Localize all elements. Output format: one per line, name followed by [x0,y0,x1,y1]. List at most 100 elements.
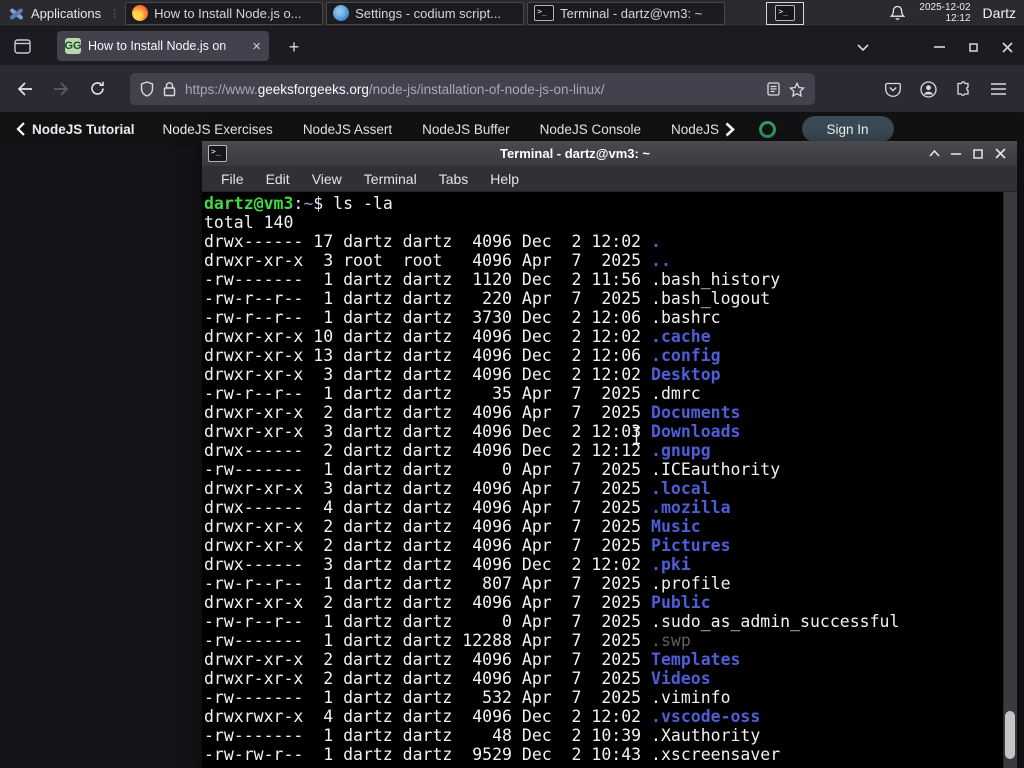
gfg-nav-link[interactable]: NodeJS Buffer [422,122,510,137]
back-button[interactable] [10,74,40,104]
terminal-menu-file[interactable]: File [210,171,255,187]
terminal-line: drwxr-xr-x 2 dartz dartz 4096 Apr 7 2025… [204,669,711,688]
new-tab-button[interactable]: + [282,35,306,59]
terminal-window: Terminal - dartz@vm3: ~ FileEditViewTerm… [202,141,1017,768]
terminal-line: drwxr-xr-x 2 dartz dartz 4096 Apr 7 2025… [204,593,711,612]
terminal-menu-tabs[interactable]: Tabs [428,171,480,187]
terminal-line: drwxr-xr-x 2 dartz dartz 4096 Apr 7 2025… [204,536,731,555]
terminal-line: drwxr-xr-x 3 dartz dartz 4096 Dec 2 12:0… [204,422,741,441]
terminal-scrollbar-track[interactable] [1003,192,1017,768]
panel-clock[interactable]: 2025-12-02 12:12 [919,2,970,24]
browser-toolbar: https://www.geeksforgeeks.org/node-js/in… [0,65,1024,112]
terminal-line: drwx------ 3 dartz dartz 4096 Dec 2 12:0… [204,555,691,574]
forward-button[interactable] [46,74,76,104]
terminal-line: drwxr-xr-x 3 dartz dartz 4096 Dec 2 12:0… [204,365,721,384]
chevron-left-icon [16,122,25,136]
gfg-nav-link[interactable]: NodeJS Console [540,122,641,137]
terminal-line: -rw------- 1 dartz dartz 532 Apr 7 2025 … [204,688,731,707]
gfg-nav-link[interactable]: NodeJS Crypto [671,122,723,137]
extensions-icon[interactable] [948,74,978,104]
tab-title: How to Install Node.js on [88,39,227,53]
vscodium-icon [333,5,350,21]
reader-view-icon[interactable] [767,82,780,96]
pocket-icon[interactable] [878,74,908,104]
terminal-prompt-line: dartz@vm3:~$ ls -la [204,194,393,213]
firefox-view-icon[interactable] [8,33,36,59]
applications-menu-button[interactable]: Applications [0,0,109,27]
terminal-menu-view[interactable]: View [301,171,353,187]
taskbar-button-label: How to Install Node.js o... [154,5,302,21]
bookmark-star-icon[interactable] [789,81,805,97]
terminal-shade-button[interactable] [923,145,945,163]
url-bar[interactable]: https://www.geeksforgeeks.org/node-js/in… [130,73,815,105]
window-restore-button[interactable] [960,35,986,59]
terminal-line: drwxr-xr-x 2 dartz dartz 4096 Apr 7 2025… [204,517,701,536]
terminal-line: drwx------ 17 dartz dartz 4096 Dec 2 12:… [204,232,661,251]
firefox-icon [132,5,149,21]
terminal-line: drwx------ 2 dartz dartz 4096 Dec 2 12:1… [204,441,711,460]
sign-in-button[interactable]: Sign In [801,116,894,142]
terminal-line: drwxr-xr-x 3 root root 4096 Apr 7 2025 .… [204,251,671,270]
terminal-line: drwxr-xr-x 2 dartz dartz 4096 Apr 7 2025… [204,650,741,669]
terminal-menu-terminal[interactable]: Terminal [353,171,428,187]
terminal-line: -rw-r--r-- 1 dartz dartz 0 Apr 7 2025 .s… [204,612,900,631]
terminal-scrollbar-thumb[interactable] [1005,711,1015,759]
browser-tab-active[interactable]: GG How to Install Node.js on × [57,31,269,61]
panel-grip: ⋮ [109,7,122,20]
terminal-line: drwxr-xr-x 2 dartz dartz 4096 Apr 7 2025… [204,403,741,422]
terminal-line: -rw-rw-r-- 1 dartz dartz 9529 Dec 2 10:4… [204,745,781,764]
terminal-close-button[interactable] [989,145,1011,163]
shield-icon[interactable] [140,81,154,97]
terminal-line: -rw------- 1 dartz dartz 12288 Apr 7 202… [204,631,691,650]
terminal-line: -rw-r--r-- 1 dartz dartz 3730 Dec 2 12:0… [204,308,721,327]
taskbar-button[interactable]: Terminal - dartz@vm3: ~ [527,1,726,25]
clock-time: 12:12 [945,13,971,24]
window-close-button[interactable] [994,35,1020,59]
taskbar-button-label: Settings - codium script... [355,5,502,21]
taskbar-button[interactable]: Settings - codium script... [326,1,525,25]
terminal-line: -rw------- 1 dartz dartz 48 Dec 2 10:39 … [204,726,761,745]
applications-label: Applications [31,5,102,21]
terminal-line: -rw-r--r-- 1 dartz dartz 35 Apr 7 2025 .… [204,384,701,403]
terminal-icon [534,5,555,21]
terminal-line: drwxrwxr-x 4 dartz dartz 4096 Dec 2 12:0… [204,707,761,726]
browser-tab-bar: GG How to Install Node.js on × + [0,27,1024,65]
terminal-line: -rw------- 1 dartz dartz 1120 Dec 2 11:5… [204,270,781,289]
nav-scroll-right-chevron-icon[interactable] [725,122,735,137]
terminal-minimize-button[interactable] [945,145,967,163]
search-icon[interactable] [758,120,776,138]
terminal-output[interactable]: dartz@vm3:~$ ls -la total 140 drwx------ 1… [202,192,1017,768]
terminal-line: drwxr-xr-x 13 dartz dartz 4096 Dec 2 12:… [204,346,721,365]
gfg-nav-link[interactable]: NodeJS Exercises [163,122,273,137]
terminal-line: drwxr-xr-x 10 dartz dartz 4096 Dec 2 12:… [204,327,711,346]
panel-user-label[interactable]: Dartz [983,5,1016,21]
panel-taskbar: How to Install Node.js o... Settings - co… [125,1,728,25]
tab-close-icon[interactable]: × [252,39,261,54]
gfg-favicon: GG [64,38,82,54]
ibeam-mouse-cursor [631,426,642,445]
desktop-panel: Applications ⋮ How to Install Node.js o.… [0,0,1024,27]
terminal-menu-help[interactable]: Help [479,171,530,187]
menu-hamburger-icon[interactable] [983,74,1013,104]
clock-date: 2025-12-02 [919,2,971,13]
terminal-line: -rw-r--r-- 1 dartz dartz 220 Apr 7 2025 … [204,289,771,308]
url-text[interactable]: https://www.geeksforgeeks.org/node-js/in… [185,82,758,97]
terminal-window-icon [208,145,227,162]
terminal-menu-edit[interactable]: Edit [255,171,301,187]
notifications-bell-icon[interactable] [890,5,906,21]
lock-icon[interactable] [163,81,176,97]
account-icon[interactable] [913,74,943,104]
terminal-menubar: File Edit View Terminal Tabs Help [202,166,1017,192]
terminal-titlebar[interactable]: Terminal - dartz@vm3: ~ [202,141,1017,166]
reload-button[interactable] [82,74,112,104]
taskbar-button[interactable]: How to Install Node.js o... [125,1,324,25]
gfg-back-item[interactable]: NodeJS Tutorial [16,122,135,137]
list-all-tabs-chevron-icon[interactable] [850,35,876,59]
gfg-nav-link[interactable]: NodeJS Assert [303,122,392,137]
terminal-launcher[interactable] [766,1,805,25]
terminal-icon [775,5,796,21]
gfg-back-label: NodeJS Tutorial [32,121,135,137]
terminal-line: -rw------- 1 dartz dartz 0 Apr 7 2025 .I… [204,460,781,479]
terminal-maximize-button[interactable] [967,145,989,163]
window-minimize-button[interactable] [926,35,952,59]
